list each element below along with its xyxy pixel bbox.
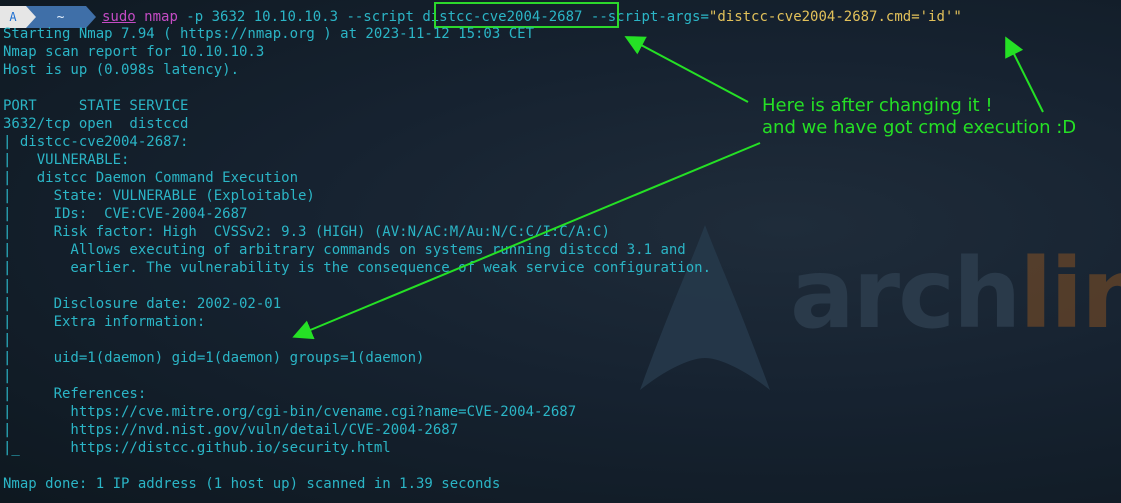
annotation-arrows	[292, 36, 1044, 340]
terminal-window[interactable]: A ~ sudo nmap -p 3632 10.10.10.3 --scrip…	[0, 0, 1121, 503]
arrow-to-script-args	[1005, 36, 1044, 113]
arrow-to-command-output	[292, 142, 761, 340]
arrow-to-script-name	[624, 36, 749, 103]
